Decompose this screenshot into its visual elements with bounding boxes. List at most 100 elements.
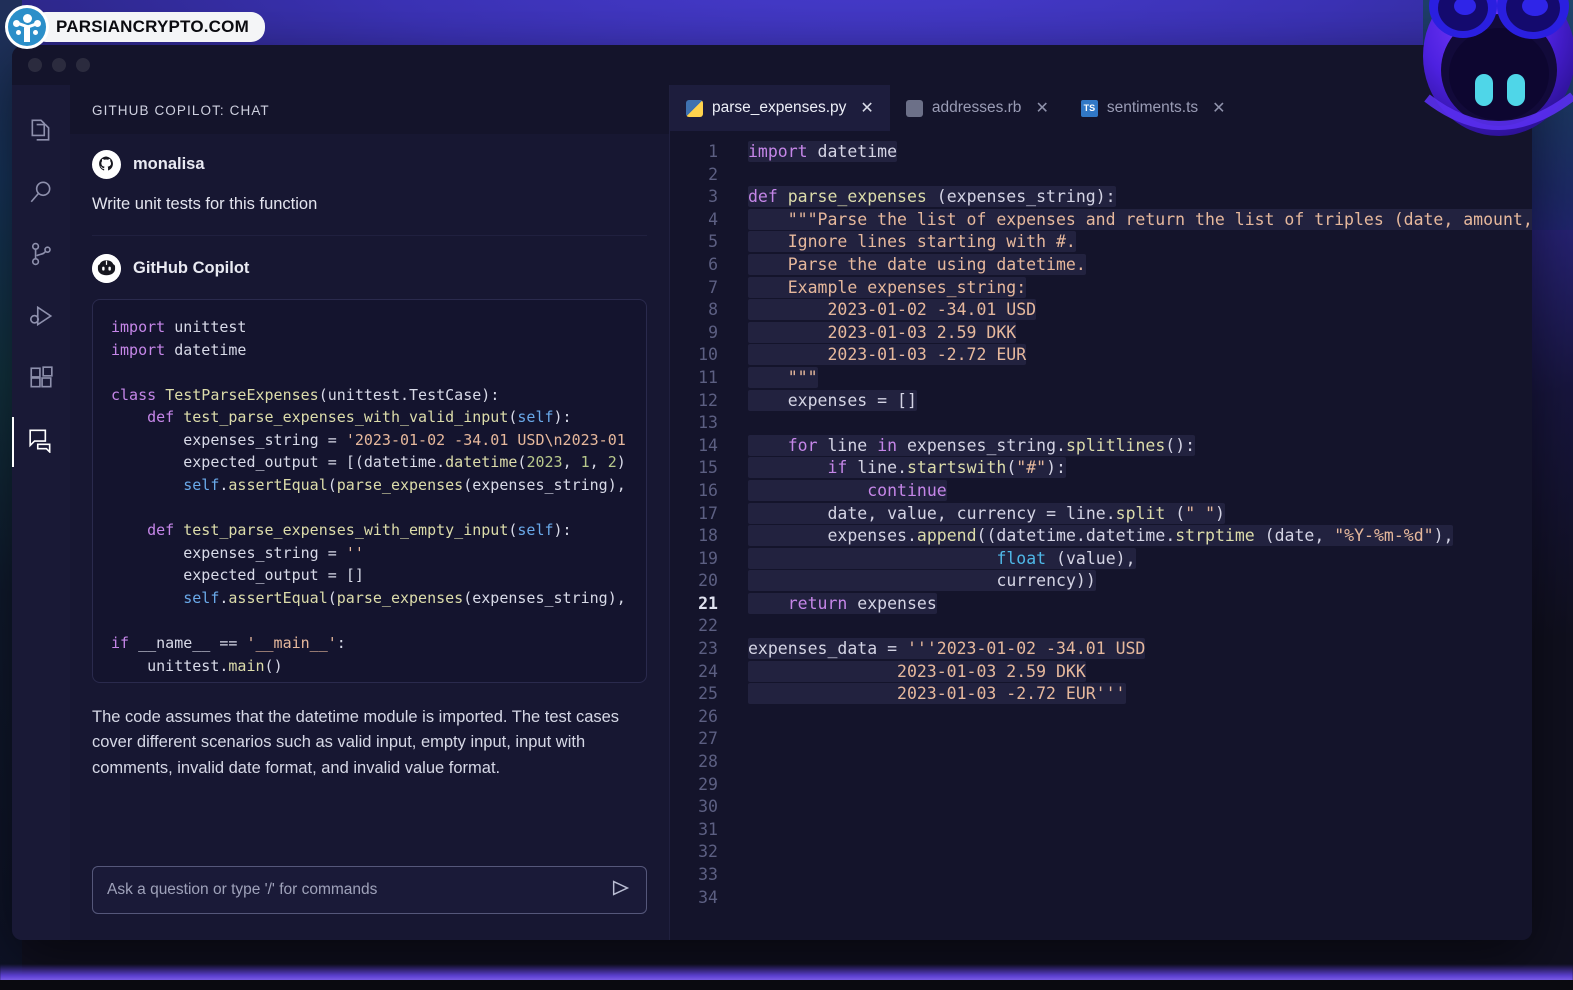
sidebar-item-extensions[interactable]	[12, 349, 70, 411]
watermark: PARSIANCRYPTO.COM	[8, 8, 265, 46]
editor-code-content[interactable]: import datetime def parse_expenses (expe…	[732, 141, 1532, 940]
chat-explanation-text: The code assumes that the datetime modul…	[92, 707, 620, 778]
code-line: """	[748, 366, 818, 388]
line-number: 11	[698, 367, 718, 387]
code-line: currency))	[748, 570, 1532, 593]
chat-message-header: GitHub Copilot	[92, 253, 647, 283]
chat-code-line: expenses_string = ''	[183, 543, 364, 562]
tab-addresses-rb[interactable]: addresses.rb ✕	[890, 85, 1065, 131]
tab-label: parse_expenses.py	[712, 99, 847, 116]
line-number: 18	[698, 526, 718, 546]
chat-code-line: expected_output = [(datetime.datetime(20…	[183, 453, 626, 472]
code-line: """Parse the list of expenses and return…	[748, 208, 1532, 232]
chat-code-line: import unittest	[111, 317, 247, 336]
chat-user-text: Write unit tests for this function	[92, 195, 318, 213]
code-line: date, value, currency = line.split (" ")	[748, 502, 1532, 526]
line-number: 25	[698, 684, 718, 704]
search-icon	[28, 179, 54, 210]
window-minimize-button[interactable]	[52, 58, 66, 72]
code-editor: parse_expenses.py ✕ addresses.rb ✕ TS se…	[670, 85, 1532, 940]
line-number: 32	[698, 842, 718, 862]
close-icon[interactable]: ✕	[1212, 98, 1225, 118]
line-number: 30	[698, 797, 718, 817]
editor-code-area[interactable]: 1 2 3 4 5 6 7 8 9 10 11 12 13 14 15 16 17 18 19 20 21 22 23 24 2…	[670, 131, 1532, 940]
line-number: 2	[708, 164, 718, 184]
tab-label: addresses.rb	[931, 99, 1022, 116]
window-titlebar	[12, 45, 1532, 85]
chat-code-line	[111, 610, 628, 633]
chat-code-line: self.assertEqual(parse_expenses(expenses…	[183, 589, 626, 608]
chat-message-list: monalisa Write unit tests for this funct…	[70, 134, 669, 850]
code-line: Example expenses_string:	[748, 276, 1027, 298]
chat-code-line	[111, 497, 628, 520]
code-line: if line.startswith("#"):	[748, 457, 1532, 480]
chat-input-area: Ask a question or type '/' for commands	[70, 850, 669, 940]
code-line: 2023-01-03 2.59 DKK	[748, 660, 1086, 682]
chat-code-line: expenses_string = '2023-01-02 -34.01 USD…	[183, 430, 626, 449]
chat-code-line: unittest.main()	[147, 656, 283, 675]
window-close-button[interactable]	[28, 58, 42, 72]
line-number: 10	[698, 345, 718, 365]
copilot-avatar-icon	[92, 253, 121, 283]
line-number: 26	[698, 706, 718, 726]
code-line: for line in expenses_string.splitlines()…	[748, 434, 1532, 458]
sidebar-item-explorer[interactable]	[12, 101, 70, 163]
code-line: 2023-01-02 -34.01 USD	[748, 299, 1037, 321]
close-icon[interactable]: ✕	[860, 98, 873, 118]
line-number: 3	[708, 187, 718, 207]
chat-code-line	[111, 361, 628, 384]
code-line: Parse the date using datetime.	[748, 253, 1086, 275]
line-number: 8	[708, 300, 718, 320]
close-icon[interactable]: ✕	[1035, 98, 1048, 118]
line-number: 7	[708, 277, 718, 297]
line-number: 5	[708, 232, 718, 252]
watermark-text: PARSIANCRYPTO.COM	[32, 12, 265, 42]
line-number: 24	[698, 661, 718, 681]
chat-input-box[interactable]: Ask a question or type '/' for commands	[92, 866, 647, 914]
sidebar-item-source-control[interactable]	[12, 225, 70, 287]
line-number: 33	[698, 865, 718, 884]
sidebar-item-search[interactable]	[12, 163, 70, 225]
sidebar-item-copilot-chat[interactable]	[12, 411, 70, 473]
editor-tab-bar: parse_expenses.py ✕ addresses.rb ✕ TS se…	[670, 85, 1532, 131]
activity-bar	[12, 85, 70, 940]
tab-sentiments-ts[interactable]: TS sentiments.ts ✕	[1065, 85, 1242, 131]
code-line: Ignore lines starting with #.	[748, 231, 1076, 253]
send-icon[interactable]	[610, 877, 632, 904]
line-number: 17	[698, 503, 718, 523]
code-line: expenses.append((datetime.datetime.strpt…	[748, 525, 1532, 548]
line-number: 9	[708, 322, 718, 342]
chat-code-line: if __name__ == '__main__':	[111, 634, 346, 653]
line-number: 21	[698, 593, 718, 613]
chat-icon	[28, 427, 54, 458]
chat-message-user: monalisa Write unit tests for this funct…	[92, 134, 647, 236]
line-number: 19	[698, 548, 718, 568]
editor-line-number-gutter: 1 2 3 4 5 6 7 8 9 10 11 12 13 14 15 16 17 18 19 20 21 22 23 24 2…	[670, 141, 732, 940]
ruby-file-icon	[905, 99, 923, 117]
line-number: 16	[698, 480, 718, 500]
line-number: 34	[698, 887, 718, 907]
window-maximize-button[interactable]	[76, 58, 90, 72]
chat-panel-title: GITHUB COPILOT: CHAT	[70, 85, 669, 134]
line-number: 22	[698, 616, 718, 636]
line-number: 23	[698, 639, 718, 659]
tab-label: sentiments.ts	[1106, 99, 1199, 116]
tab-parse-expenses-py[interactable]: parse_expenses.py ✕	[670, 85, 890, 131]
code-line: 2023-01-03 -2.72 EUR'''	[748, 683, 1126, 705]
line-number: 27	[698, 729, 718, 749]
sidebar-item-run-and-debug[interactable]	[12, 287, 70, 349]
vscode-window: GITHUB COPILOT: CHAT monalisa Write unit…	[12, 45, 1532, 940]
screen: GITHUB COPILOT: CHAT monalisa Write unit…	[0, 0, 1573, 990]
bottom-black-bar	[0, 980, 1573, 990]
code-line: return expenses	[748, 592, 1532, 616]
line-number: 4	[708, 209, 718, 229]
line-number: 15	[698, 458, 718, 478]
